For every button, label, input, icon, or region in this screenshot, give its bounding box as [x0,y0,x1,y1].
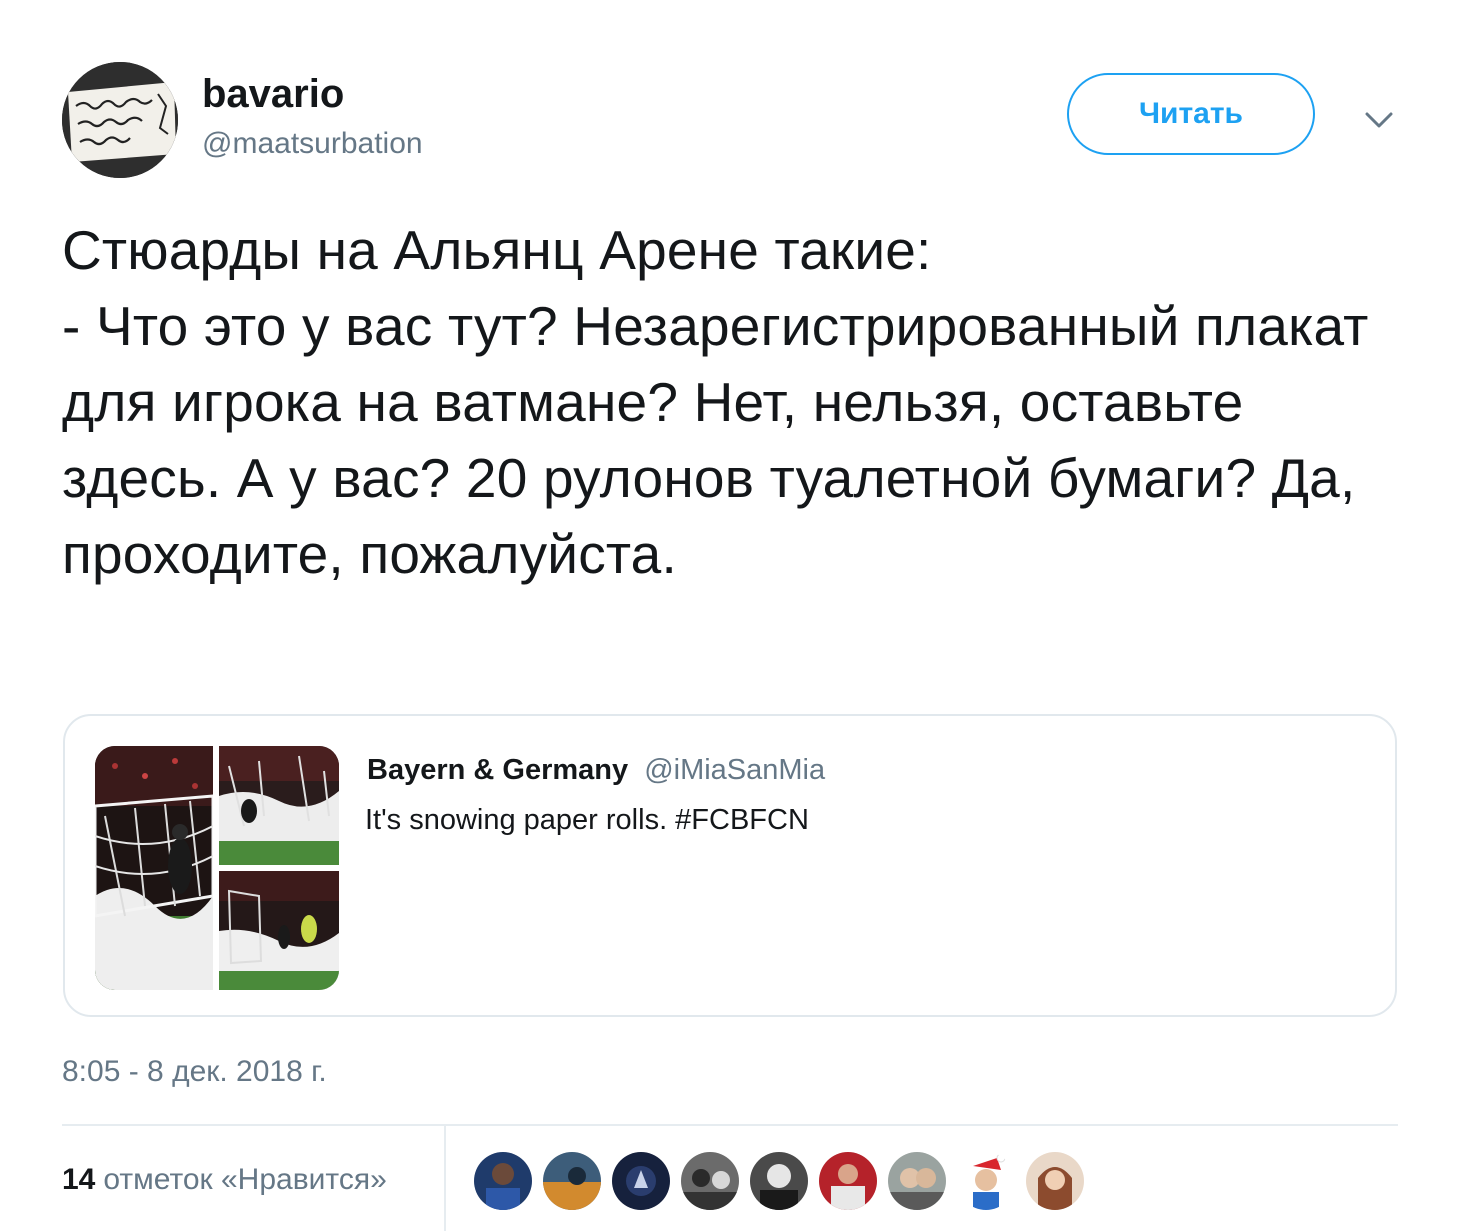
liker-1-avatar[interactable] [474,1152,532,1210]
liker-2-avatar[interactable] [543,1152,601,1210]
follow-button[interactable]: Читать [1067,73,1315,155]
quoted-tweet-author[interactable]: Bayern & Germany @iMiaSanMia [367,752,825,788]
quoted-tweet-media[interactable] [95,746,339,990]
quoted-author-handle[interactable]: @iMiaSanMia [644,754,825,786]
stats-divider-top [62,1124,1398,1126]
author-info[interactable]: bavario @maatsurbation [202,72,423,162]
liker-6-avatar[interactable] [819,1152,877,1210]
liker-5-avatar[interactable] [750,1152,808,1210]
liker-8-avatar[interactable] [957,1152,1015,1210]
likes-label: отметок «Нравится» [103,1163,387,1196]
tweet-text: Стюарды на Альянц Арене такие: - Что это… [62,219,1369,585]
author-display-name[interactable]: bavario [202,72,423,116]
quoted-tweet-card[interactable]: Bayern & Germany @iMiaSanMia It's snowin… [63,714,1397,1017]
handwritten-sign-avatar-icon [62,62,178,178]
quoted-author-name[interactable]: Bayern & Germany [367,754,628,786]
author-avatar[interactable] [62,62,178,178]
tweet-timestamp[interactable]: 8:05 - 8 дек. 2018 г. [62,1052,327,1092]
media-photo-3[interactable] [219,871,339,990]
liker-9-avatar[interactable] [1026,1152,1084,1210]
media-photo-2[interactable] [219,746,339,865]
chevron-down-icon[interactable] [1362,102,1396,136]
quoted-tweet-text: It's snowing paper rolls. #FCBFCN [365,804,809,836]
media-photo-1[interactable] [95,746,213,990]
likes-count: 14 [62,1163,96,1196]
likes-stat[interactable]: 14 отметок «Нравится» [62,1160,387,1200]
stats-divider-vertical [444,1126,446,1231]
liker-7-avatar[interactable] [888,1152,946,1210]
liker-3-avatar[interactable] [612,1152,670,1210]
liker-4-avatar[interactable] [681,1152,739,1210]
author-handle[interactable]: @maatsurbation [202,126,423,162]
